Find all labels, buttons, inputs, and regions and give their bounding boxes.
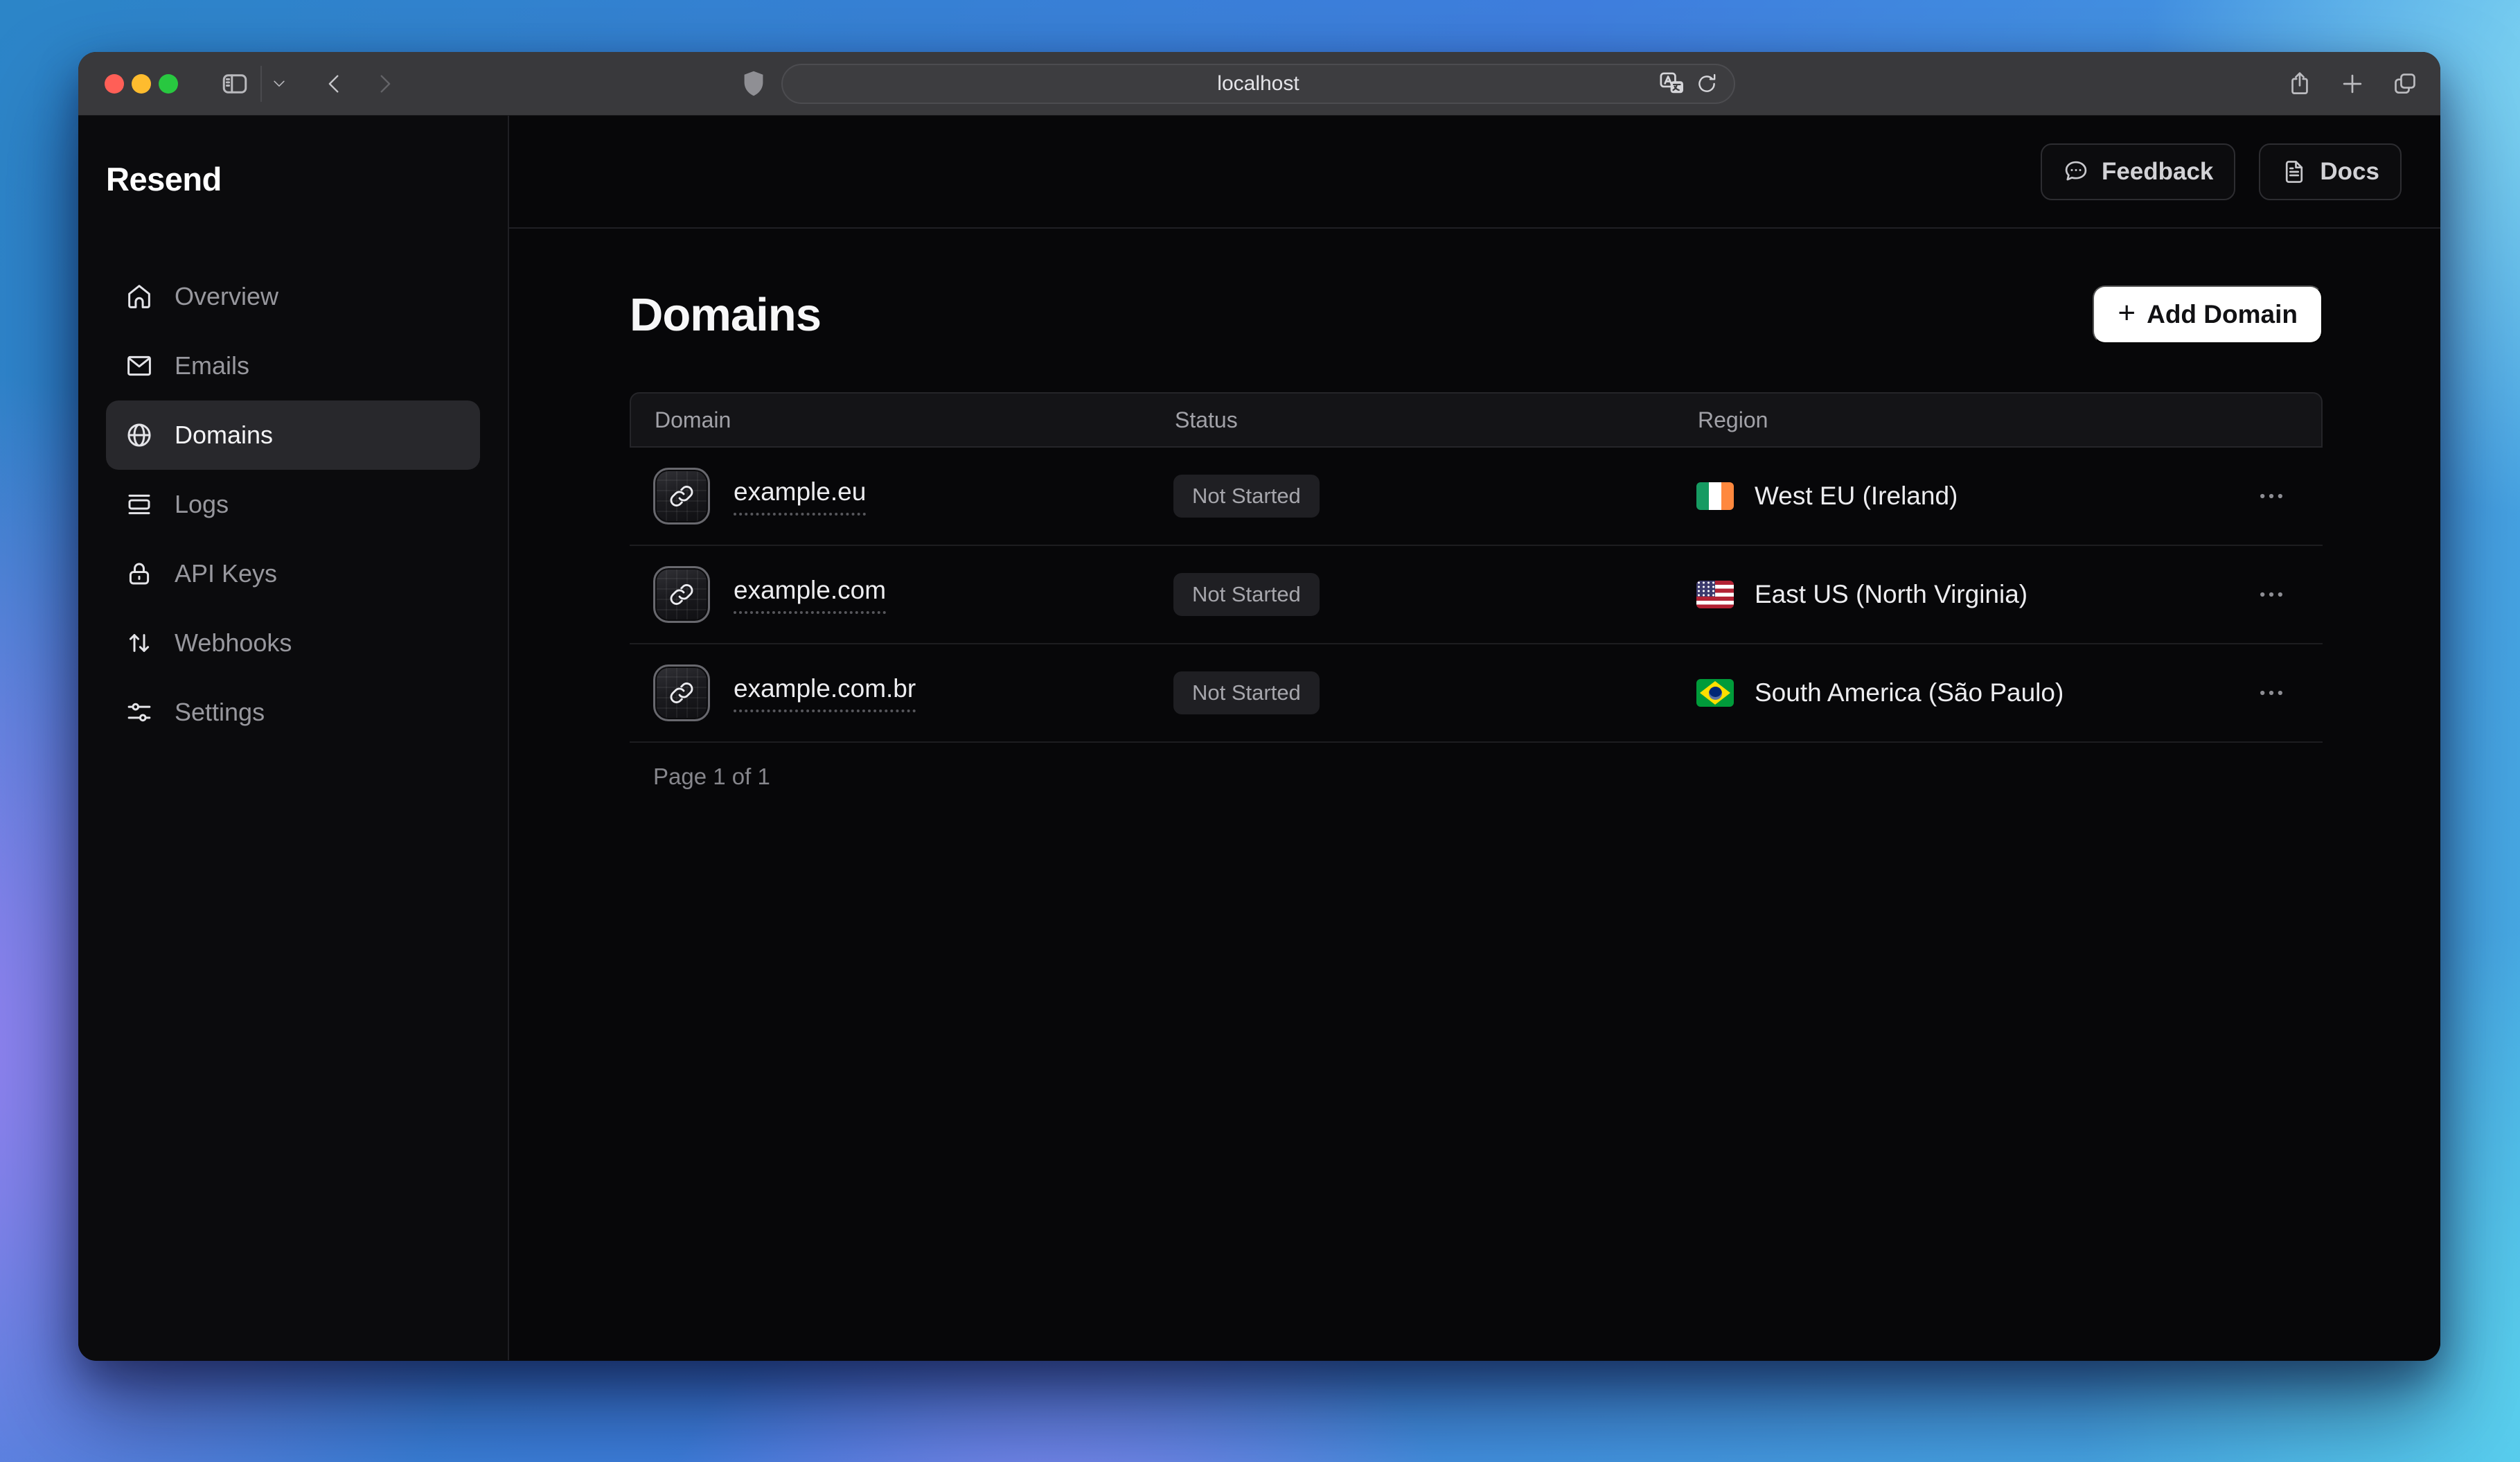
plus-icon: + xyxy=(2118,298,2136,328)
toolbar-separator xyxy=(260,66,262,102)
page-content: Domains + Add Domain Domain Status Regio… xyxy=(509,229,2440,790)
page-head: Domains + Add Domain xyxy=(630,285,2323,344)
sidebar-item-emails[interactable]: Emails xyxy=(106,331,480,400)
globe-icon xyxy=(125,421,154,450)
row-actions-button[interactable] xyxy=(2251,574,2292,615)
row-actions-button[interactable] xyxy=(2251,672,2292,714)
domain-link-tile xyxy=(653,566,710,623)
column-header-status: Status xyxy=(1175,407,1698,433)
domains-table: Domain Status Region example.eu Not Star… xyxy=(630,392,2323,743)
pagination-label: Page 1 of 1 xyxy=(630,764,2323,790)
sidebar-item-overview[interactable]: Overview xyxy=(106,262,480,331)
top-bar: Feedback Docs xyxy=(509,116,2440,229)
link-icon xyxy=(668,581,695,608)
toolbar-right-icons xyxy=(2287,71,2418,97)
arrows-up-down-icon xyxy=(125,628,154,658)
sidebar-nav: Overview Emails Domains Logs API Keys We… xyxy=(78,262,508,747)
sidebar-item-api-keys[interactable]: API Keys xyxy=(106,539,480,608)
column-header-region: Region xyxy=(1698,407,2321,433)
add-domain-label: Add Domain xyxy=(2147,300,2298,329)
region-label: South America (São Paulo) xyxy=(1755,678,2064,707)
sidebar: Resend Overview Emails Domains Logs API … xyxy=(78,116,509,1360)
close-button[interactable] xyxy=(105,74,124,94)
main-area: Feedback Docs Domains + Add Domain xyxy=(509,116,2440,1360)
status-badge: Not Started xyxy=(1173,573,1320,616)
logs-icon xyxy=(125,490,154,519)
ellipsis-icon xyxy=(2256,481,2287,511)
mail-icon xyxy=(125,351,154,380)
new-tab-icon[interactable] xyxy=(2339,71,2366,97)
domain-link[interactable]: example.com xyxy=(734,576,886,614)
sliders-icon xyxy=(125,698,154,727)
back-icon[interactable] xyxy=(323,72,346,96)
row-actions-button[interactable] xyxy=(2251,475,2292,517)
ellipsis-icon xyxy=(2256,579,2287,610)
sidebar-toggle-icon[interactable] xyxy=(220,69,249,98)
docs-label: Docs xyxy=(2320,158,2379,186)
url-text: localhost xyxy=(1217,72,1299,96)
sidebar-item-webhooks[interactable]: Webhooks xyxy=(106,608,480,678)
address-bar-icons xyxy=(1659,65,1719,103)
status-badge: Not Started xyxy=(1173,671,1320,714)
resend-logo: Resend xyxy=(106,160,508,198)
region-flag xyxy=(1696,581,1734,608)
docs-button[interactable]: Docs xyxy=(2259,143,2402,200)
domain-link-tile xyxy=(653,468,710,525)
column-header-domain: Domain xyxy=(631,407,1175,433)
privacy-shield-icon[interactable] xyxy=(738,67,770,100)
browser-toolbar: localhost xyxy=(78,52,2440,116)
link-icon xyxy=(668,679,695,707)
zoom-button[interactable] xyxy=(159,74,178,94)
app-root: Resend Overview Emails Domains Logs API … xyxy=(78,116,2440,1360)
minimize-button[interactable] xyxy=(132,74,151,94)
status-badge: Not Started xyxy=(1173,475,1320,518)
sidebar-item-domains[interactable]: Domains xyxy=(106,400,480,470)
address-bar[interactable]: localhost xyxy=(781,64,1735,104)
domain-link[interactable]: example.eu xyxy=(734,477,866,516)
table-row: example.com Not Started East US (North V… xyxy=(630,546,2323,644)
region-flag xyxy=(1696,482,1734,510)
traffic-lights xyxy=(105,74,186,94)
link-icon xyxy=(668,482,695,510)
domain-link-tile xyxy=(653,664,710,721)
add-domain-button[interactable]: + Add Domain xyxy=(2093,285,2323,344)
browser-window: localhost Resend Overview Emails Domains… xyxy=(78,52,2440,1361)
translate-icon[interactable] xyxy=(1659,71,1685,97)
region-label: West EU (Ireland) xyxy=(1755,482,1958,511)
table-body: example.eu Not Started West EU (Ireland)… xyxy=(630,448,2323,743)
table-header: Domain Status Region xyxy=(630,392,2323,448)
domain-link[interactable]: example.com.br xyxy=(734,674,916,712)
table-row: example.com.br Not Started South America… xyxy=(630,644,2323,743)
region-flag xyxy=(1696,679,1734,707)
document-icon xyxy=(2281,159,2307,185)
region-label: East US (North Virginia) xyxy=(1755,580,2027,609)
sidebar-item-settings[interactable]: Settings xyxy=(106,678,480,747)
chevron-down-icon[interactable] xyxy=(272,76,287,91)
forward-icon xyxy=(373,72,396,96)
reload-icon[interactable] xyxy=(1695,72,1719,96)
page-title: Domains xyxy=(630,288,821,342)
ellipsis-icon xyxy=(2256,678,2287,708)
home-icon xyxy=(125,282,154,311)
share-icon[interactable] xyxy=(2287,71,2313,97)
feedback-label: Feedback xyxy=(2102,158,2213,186)
feedback-bubble-icon xyxy=(2063,159,2089,185)
sidebar-item-logs[interactable]: Logs xyxy=(106,470,480,539)
lock-icon xyxy=(125,559,154,588)
tabs-overview-icon[interactable] xyxy=(2392,71,2418,97)
feedback-button[interactable]: Feedback xyxy=(2041,143,2235,200)
toolbar-left-icons xyxy=(220,66,396,102)
table-row: example.eu Not Started West EU (Ireland) xyxy=(630,448,2323,546)
